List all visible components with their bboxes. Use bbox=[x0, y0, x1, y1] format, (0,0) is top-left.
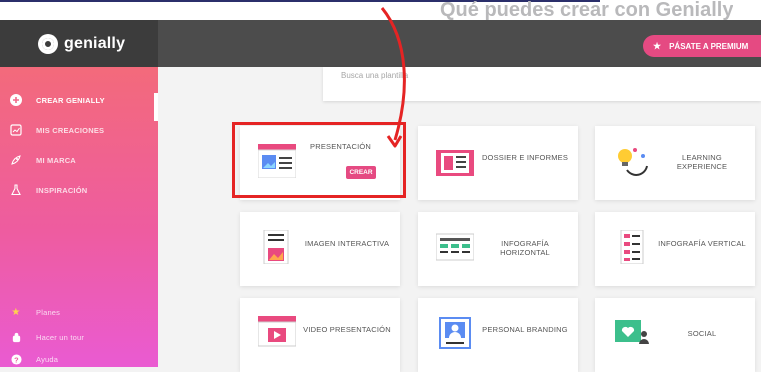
sidebar-item-label: Planes bbox=[36, 307, 61, 317]
page-heading: Qué puedes crear con Genially bbox=[440, 0, 734, 20]
card-label: VIDEO PRESENTACIÓN bbox=[303, 325, 391, 334]
card-dossier[interactable]: DOSSIER E INFORMES bbox=[418, 126, 578, 200]
vertical-infographic-icon bbox=[613, 229, 651, 265]
sidebar-item-crear-genially[interactable]: CREAR GENIALLY bbox=[10, 92, 105, 108]
card-video-presentacion[interactable]: VIDEO PRESENTACIÓN bbox=[240, 298, 400, 372]
card-social[interactable]: SOCIAL bbox=[595, 298, 755, 372]
personal-branding-icon bbox=[436, 316, 474, 350]
premium-button[interactable]: ★ PÁSATE A PREMIUM bbox=[643, 35, 761, 57]
horizontal-infographic-icon bbox=[435, 230, 475, 264]
sidebar-item-inspiracion[interactable]: INSPIRACIÓN bbox=[10, 182, 87, 198]
sidebar-item-planes[interactable]: ★ Planes bbox=[10, 304, 60, 320]
star-icon: ★ bbox=[11, 306, 21, 318]
card-label: LEARNING EXPERIENCE bbox=[676, 153, 728, 171]
highlight-box bbox=[232, 122, 406, 198]
sidebar-item-label: MI MARCA bbox=[36, 155, 76, 165]
sidebar-item-label: INSPIRACIÓN bbox=[36, 185, 88, 195]
search-input[interactable] bbox=[339, 70, 643, 81]
card-personal-branding[interactable]: PERSONAL BRANDING bbox=[418, 298, 578, 372]
card-label: DOSSIER E INFORMES bbox=[481, 153, 569, 162]
sidebar-item-hacer-un-tour[interactable]: Hacer un tour bbox=[10, 329, 84, 345]
star-icon: ★ bbox=[653, 40, 662, 51]
sidebar-item-mis-creaciones[interactable]: MIS CREACIONES bbox=[10, 122, 104, 138]
chart-card-icon bbox=[10, 124, 22, 136]
card-label: PERSONAL BRANDING bbox=[482, 325, 568, 334]
sidebar-item-label: Hacer un tour bbox=[36, 332, 85, 342]
question-icon: ? bbox=[10, 353, 22, 365]
active-indicator bbox=[154, 93, 158, 121]
dossier-icon bbox=[436, 144, 474, 178]
sidebar-item-label: MIS CREACIONES bbox=[36, 125, 105, 135]
card-label: INFOGRAFÍA HORIZONTAL bbox=[500, 239, 550, 257]
logo[interactable]: genially bbox=[0, 20, 158, 67]
card-label: INFOGRAFÍA VERTICAL bbox=[658, 239, 746, 248]
card-learning-experience[interactable]: LEARNING EXPERIENCE bbox=[595, 126, 755, 200]
app-header: genially ★ PÁSATE A PREMIUM bbox=[0, 20, 761, 67]
lightbulb-icon bbox=[613, 144, 651, 178]
card-label: IMAGEN INTERACTIVA bbox=[304, 239, 390, 248]
template-search bbox=[323, 67, 761, 101]
plus-circle-icon bbox=[10, 94, 22, 106]
sidebar-item-label: Ayuda bbox=[36, 354, 59, 364]
card-infografia-vertical[interactable]: INFOGRAFÍA VERTICAL bbox=[595, 212, 755, 286]
card-infografia-horizontal[interactable]: INFOGRAFÍA HORIZONTAL bbox=[418, 212, 578, 286]
svg-text:?: ? bbox=[14, 355, 19, 364]
compass-icon bbox=[10, 331, 22, 343]
card-imagen-interactiva[interactable]: IMAGEN INTERACTIVA bbox=[240, 212, 400, 286]
social-icon bbox=[613, 316, 651, 350]
flask-icon bbox=[10, 184, 22, 196]
interactive-image-icon bbox=[258, 229, 296, 265]
sidebar-item-label: CREAR GENIALLY bbox=[36, 95, 105, 105]
genially-logo-icon bbox=[38, 33, 58, 54]
top-strip: Qué puedes crear con Genially bbox=[0, 0, 761, 20]
card-label: SOCIAL bbox=[687, 329, 717, 338]
sidebar-item-ayuda[interactable]: ? Ayuda bbox=[10, 351, 58, 367]
rocket-icon bbox=[10, 154, 22, 166]
sidebar-item-mi-marca[interactable]: MI MARCA bbox=[10, 152, 76, 168]
logo-text: genially bbox=[64, 34, 126, 52]
video-presentation-icon bbox=[257, 316, 297, 350]
premium-button-label: PÁSATE A PREMIUM bbox=[669, 41, 749, 51]
sidebar: CREAR GENIALLY MIS CREACIONES MI MARCA I… bbox=[0, 67, 158, 367]
